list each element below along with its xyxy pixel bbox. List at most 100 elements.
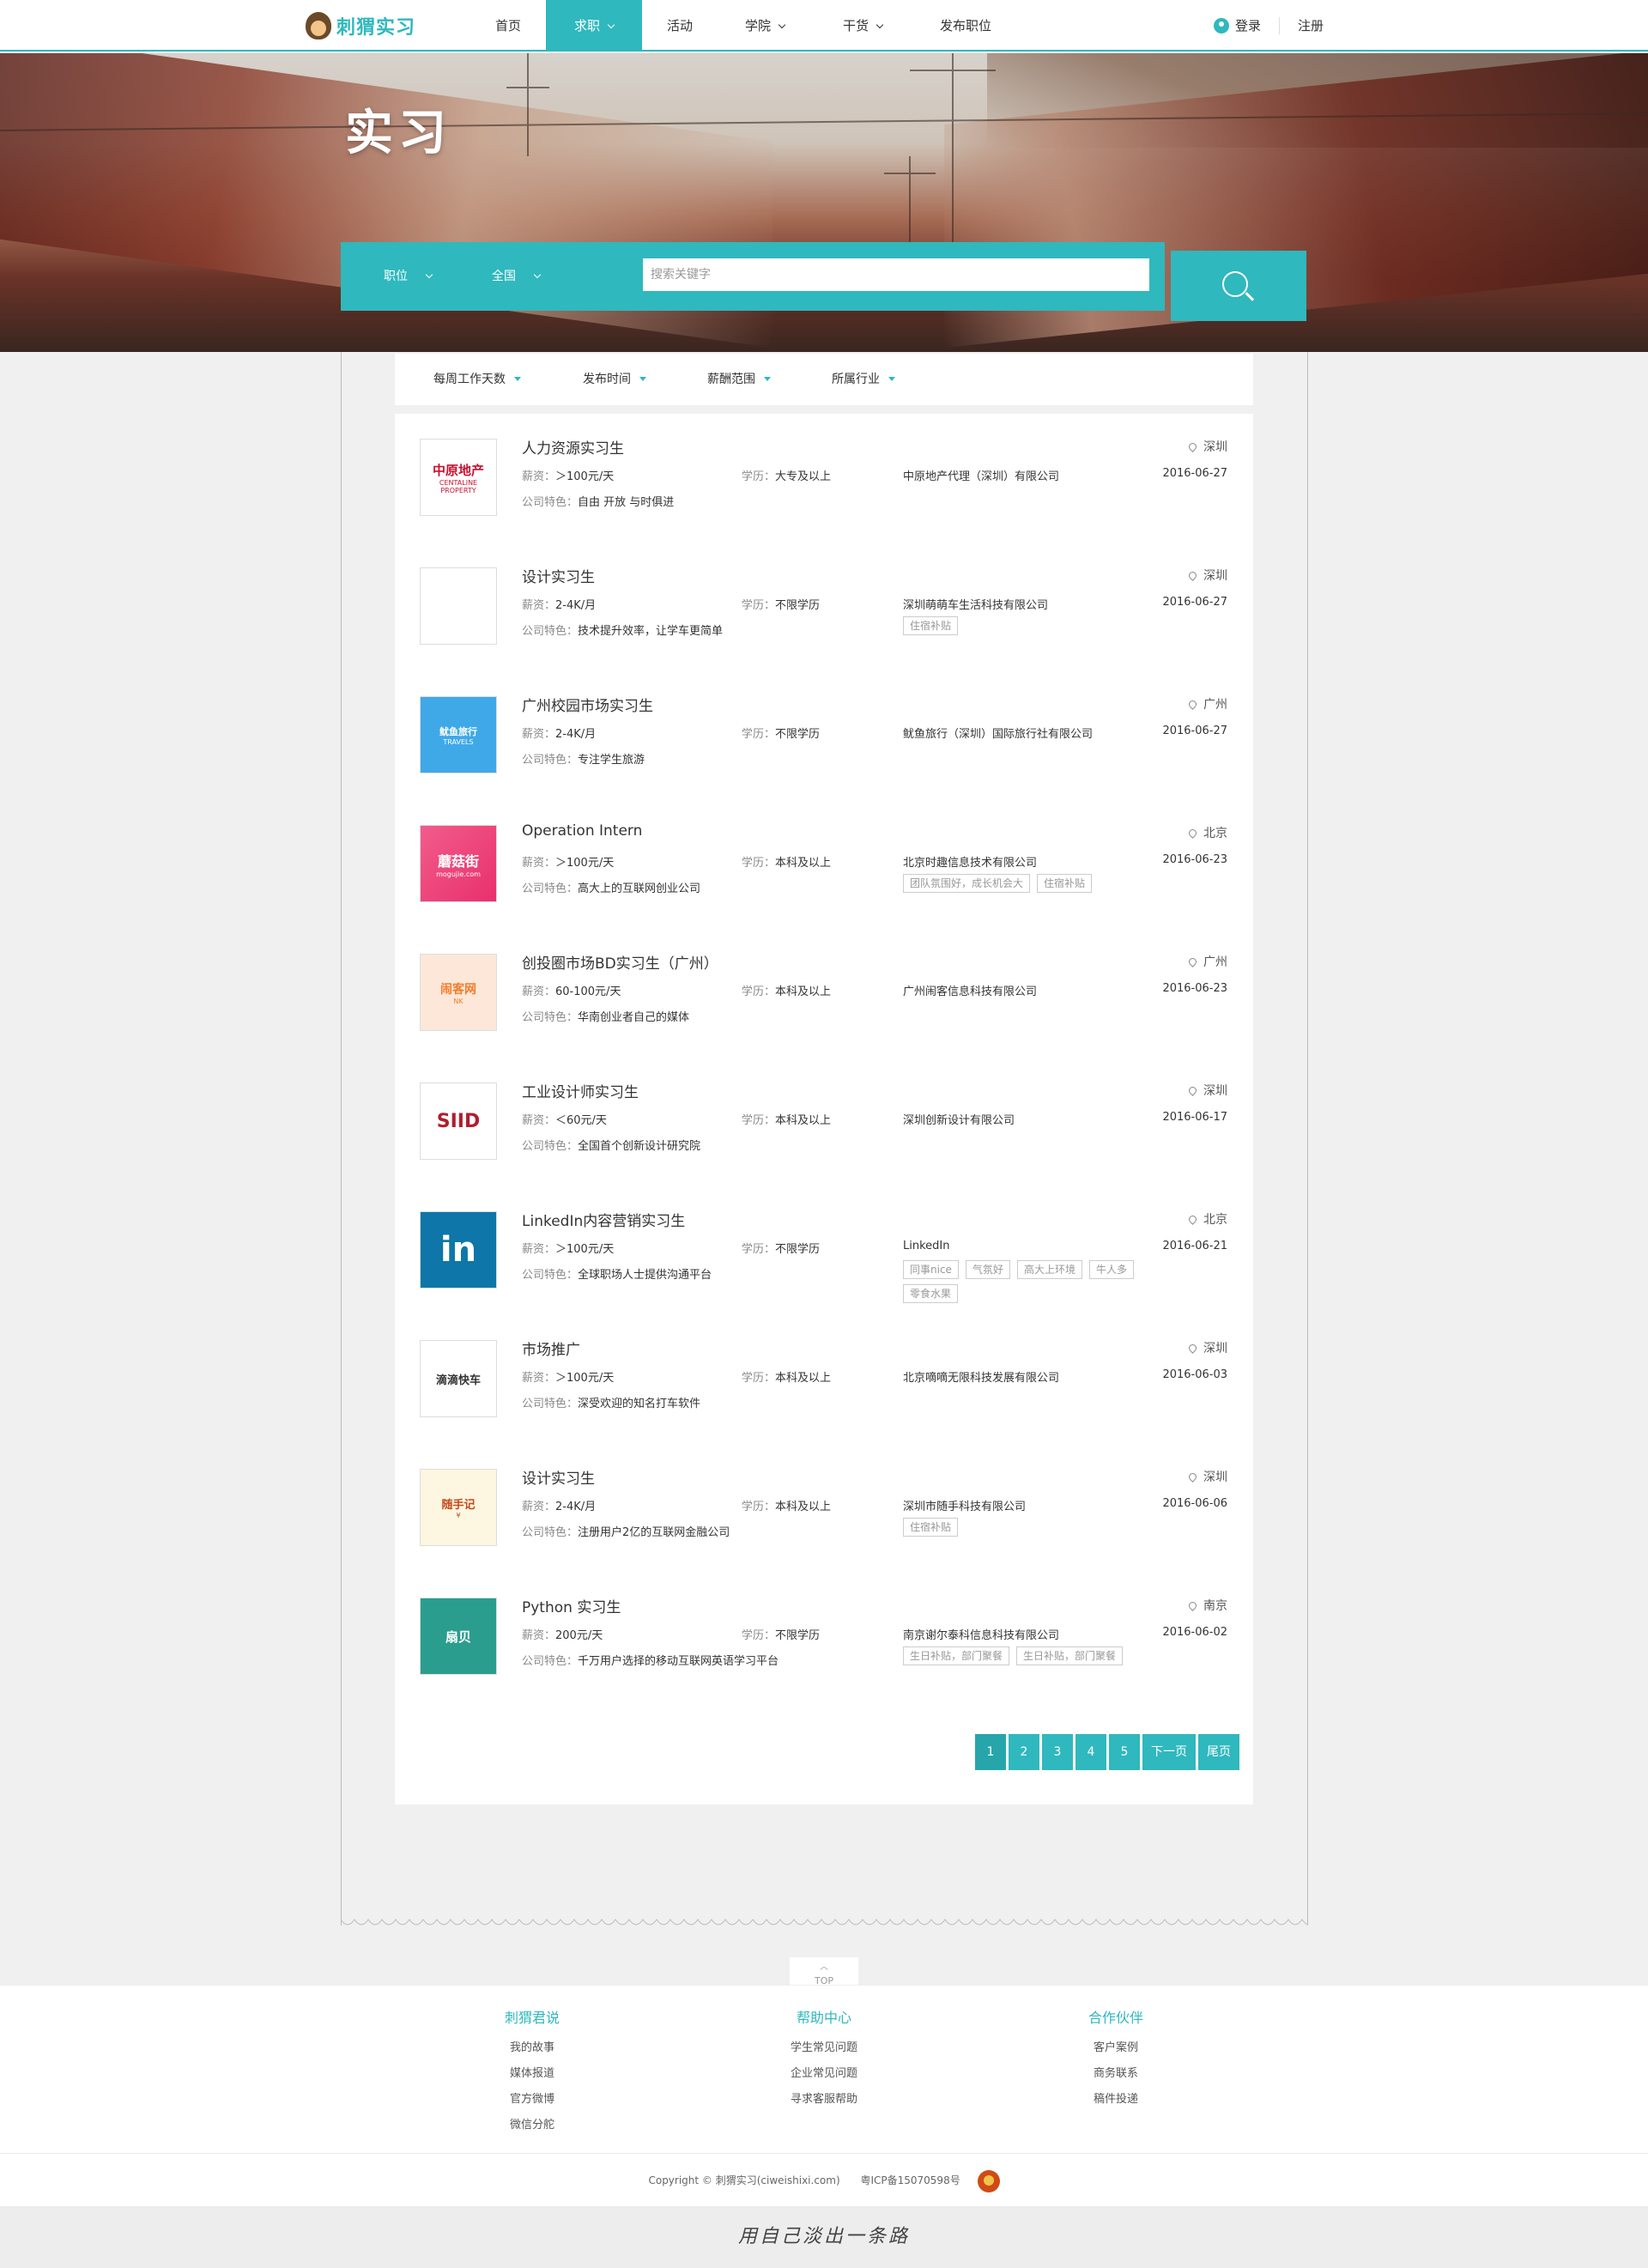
footer-link[interactable]: 稿件投递	[1030, 2087, 1202, 2113]
nav-item-events[interactable]: 活动	[645, 0, 714, 52]
page-button[interactable]: 5	[1109, 1734, 1140, 1770]
footer-link[interactable]: 寻求客服帮助	[738, 2087, 910, 2113]
filter-publish-time[interactable]: 发布时间	[583, 354, 646, 405]
region-select[interactable]: 全国	[492, 242, 542, 311]
company-logo[interactable]: 蘑菇街 mogujie.com	[420, 825, 497, 902]
filter-salary-range[interactable]: 薪酬范围	[707, 354, 771, 405]
company-logo[interactable]: in	[420, 1211, 497, 1289]
next-page-button[interactable]: 下一页	[1142, 1734, 1196, 1770]
job-row[interactable]: 设计实习生 薪资：2-4K/月 学历：不限学历 公司特色：技术提升效率，让学车更…	[395, 543, 1253, 671]
company-name[interactable]: 鱿鱼旅行（深圳）国际旅行社有限公司	[903, 725, 1093, 741]
footer-link[interactable]: 客户案例	[1030, 2035, 1202, 2061]
benefit-tag: 住宿补贴	[1037, 874, 1093, 893]
nav-item-post-job[interactable]: 发布职位	[927, 0, 1004, 52]
footer-heading: 帮助中心	[796, 2010, 851, 2026]
back-to-top-button[interactable]: ︿ TOP	[790, 1957, 858, 1988]
company-logo[interactable]: 闹客网 NK	[420, 954, 497, 1031]
page-button[interactable]: 4	[1075, 1734, 1106, 1770]
company-name[interactable]: 深圳市随手科技有限公司	[903, 1497, 1026, 1513]
job-education: 学历：不限学历	[742, 599, 821, 612]
nav-item-academy[interactable]: 学院	[726, 0, 803, 52]
search-button[interactable]	[1171, 251, 1306, 321]
chevron-down-icon	[778, 21, 786, 29]
filter-workdays[interactable]: 每周工作天数	[433, 354, 521, 405]
page-button[interactable]: 1	[975, 1734, 1006, 1770]
nav-item-jobs[interactable]: 求职	[546, 0, 642, 52]
job-row[interactable]: 随手记 ¥ 设计实习生 薪资：2-4K/月 学历：本科及以上 公司特色：注册用户2…	[395, 1444, 1253, 1573]
page-button[interactable]: 2	[1009, 1734, 1039, 1770]
job-row[interactable]: 鱿鱼旅行 TRAVELS 广州校园市场实习生 薪资：2-4K/月 学历：不限学历 …	[395, 671, 1253, 800]
logo-text: 刺猬实习	[336, 17, 416, 39]
location-pin-icon	[1187, 699, 1198, 710]
nav-item-resources[interactable]: 干货	[824, 0, 901, 52]
footer-link[interactable]: 我的故事	[446, 2035, 618, 2061]
register-link[interactable]: 注册	[1298, 0, 1324, 52]
footer-link[interactable]: 媒体报道	[446, 2061, 618, 2087]
position-select[interactable]: 职位	[384, 242, 433, 311]
job-title[interactable]: Operation Intern	[522, 822, 642, 840]
logo-subtext: TRAVELS	[443, 737, 474, 746]
company-logo[interactable]: 中原地产 CENTALINE PROPERTY	[420, 439, 497, 516]
company-name[interactable]: LinkedIn	[903, 1240, 949, 1252]
footer-link[interactable]: 商务联系	[1030, 2061, 1202, 2087]
publish-date: 2016-06-27	[1162, 467, 1227, 480]
job-title[interactable]: 创投圈市场BD实习生（广州）	[522, 951, 718, 973]
logo-text: 闹客网	[440, 982, 476, 997]
job-education: 学历：不限学历	[742, 1629, 821, 1642]
company-logo[interactable]: SIID	[420, 1082, 497, 1160]
login-link[interactable]: 登录	[1214, 0, 1261, 52]
job-title[interactable]: LinkedIn内容营销实习生	[522, 1209, 685, 1230]
chevron-down-icon	[425, 270, 433, 279]
chevron-down-icon	[607, 21, 615, 29]
logo-subtext: CENTALINE PROPERTY	[439, 478, 478, 494]
page-button[interactable]: 3	[1042, 1734, 1073, 1770]
job-title[interactable]: 人力资源实习生	[522, 436, 624, 458]
publish-date: 2016-06-06	[1162, 1497, 1227, 1510]
search-input[interactable]: 搜索关键字	[643, 258, 1149, 291]
job-salary: 薪资：200元/天	[522, 1629, 603, 1642]
location-pin-icon	[1187, 441, 1198, 452]
job-row[interactable]: in LinkedIn内容营销实习生 薪资：＞100元/天 学历：不限学历 公司…	[395, 1186, 1253, 1315]
job-title[interactable]: 设计实习生	[522, 1466, 595, 1488]
company-name[interactable]: 深圳创新设计有限公司	[903, 1111, 1015, 1127]
caret-down-icon	[764, 377, 771, 381]
site-logo[interactable]: 刺猬实习	[306, 9, 415, 43]
job-salary: 薪资：＜60元/天	[522, 1114, 607, 1127]
login-label: 登录	[1235, 18, 1262, 33]
company-name[interactable]: 广州闹客信息科技有限公司	[903, 982, 1037, 998]
job-row[interactable]: 蘑菇街 mogujie.com Operation Intern 薪资：＞100元…	[395, 800, 1253, 929]
icp-number[interactable]: 粤ICP备15070598号	[860, 2174, 960, 2186]
logo-subtext: NK	[453, 997, 464, 1005]
job-title[interactable]: 广州校园市场实习生	[522, 694, 653, 715]
job-row[interactable]: 扇贝 Python 实习生 薪资：200元/天 学历：不限学历 公司特色：千万用…	[395, 1573, 1253, 1701]
footer-link[interactable]: 学生常见问题	[738, 2035, 910, 2061]
benefit-tag: 高大上环境	[1016, 1260, 1082, 1279]
company-logo[interactable]: 滴滴快车	[420, 1340, 497, 1417]
job-title[interactable]: 工业设计师实习生	[522, 1080, 639, 1101]
footer-link[interactable]: 企业常见问题	[738, 2061, 910, 2087]
company-name[interactable]: 深圳萌萌车生活科技有限公司	[903, 596, 1048, 612]
company-logo[interactable]	[420, 567, 497, 645]
company-name[interactable]: 中原地产代理（深圳）有限公司	[903, 467, 1059, 483]
company-logo[interactable]: 扇贝	[420, 1598, 497, 1675]
job-row[interactable]: 闹客网 NK 创投圈市场BD实习生（广州） 薪资：60-100元/天 学历：本科及…	[395, 929, 1253, 1058]
footer-link[interactable]: 微信分舵	[446, 2113, 618, 2138]
company-name[interactable]: 南京谢尔泰科信息科技有限公司	[903, 1626, 1059, 1642]
job-row[interactable]: 中原地产 CENTALINE PROPERTY 人力资源实习生 薪资：＞100元/…	[395, 414, 1253, 543]
job-row[interactable]: SIID 工业设计师实习生 薪资：＜60元/天 学历：本科及以上 公司特色：全国…	[395, 1058, 1253, 1186]
company-logo[interactable]: 随手记 ¥	[420, 1469, 497, 1546]
last-page-button[interactable]: 尾页	[1198, 1734, 1239, 1770]
job-city: 深圳	[1187, 567, 1227, 584]
footer-link[interactable]: 官方微博	[446, 2087, 618, 2113]
job-title[interactable]: Python 实习生	[522, 1595, 621, 1616]
nav-item-home[interactable]: 首页	[474, 0, 542, 52]
company-feature: 公司特色：全球职场人士提供沟通平台	[522, 1269, 712, 1282]
company-name[interactable]: 北京时趣信息技术有限公司	[903, 853, 1037, 870]
job-title[interactable]: 设计实习生	[522, 565, 595, 586]
company-name[interactable]: 北京嘀嘀无限科技发展有限公司	[903, 1368, 1059, 1385]
job-row[interactable]: 滴滴快车 市场推广 薪资：＞100元/天 学历：本科及以上 公司特色：深受欢迎的…	[395, 1315, 1253, 1444]
job-city: 北京	[1187, 824, 1227, 841]
company-logo[interactable]: 鱿鱼旅行 TRAVELS	[420, 696, 497, 773]
filter-industry[interactable]: 所属行业	[832, 354, 895, 405]
job-title[interactable]: 市场推广	[522, 1337, 580, 1359]
